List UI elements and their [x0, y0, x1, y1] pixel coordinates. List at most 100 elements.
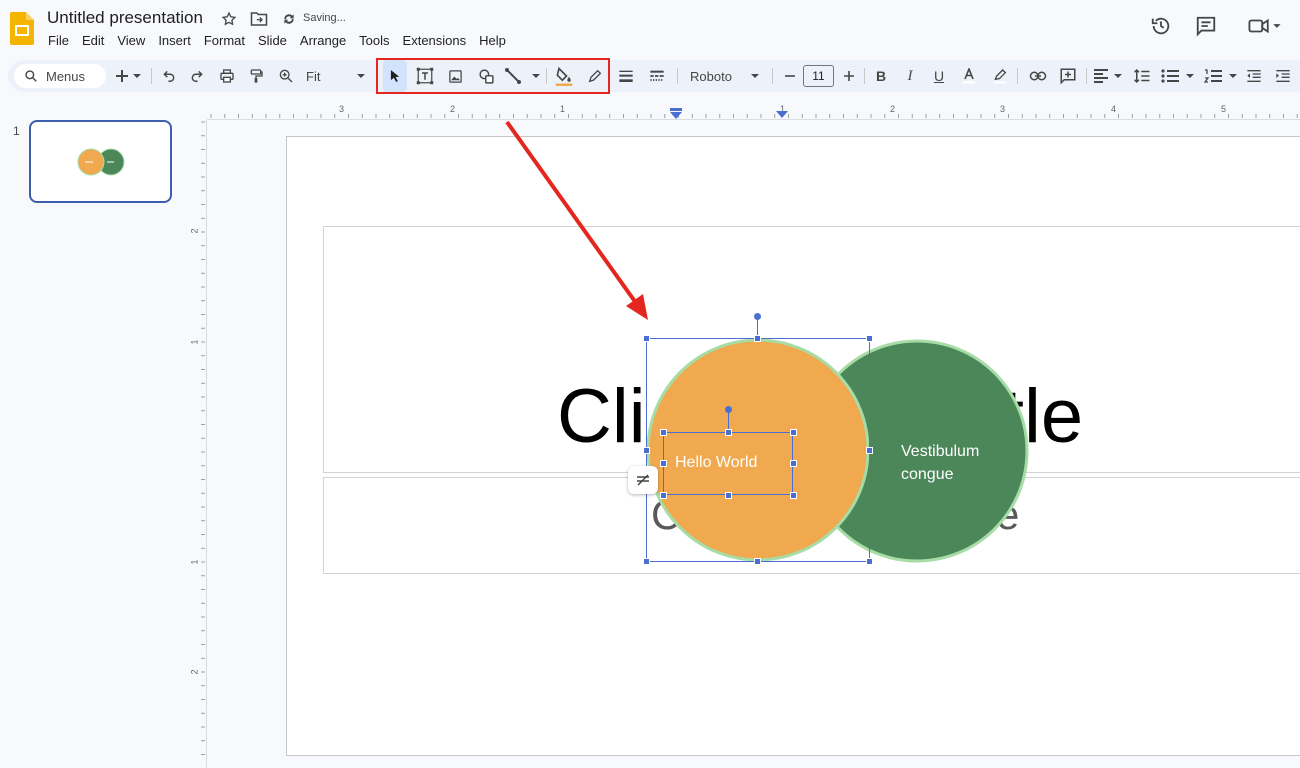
decrease-indent-icon[interactable]	[1243, 60, 1265, 92]
toolbar-divider	[1086, 68, 1087, 84]
redo-icon[interactable]	[186, 60, 208, 92]
italic-icon[interactable]: I	[899, 60, 921, 92]
search-icon	[25, 70, 37, 82]
search-menus-label: Menus	[46, 68, 86, 84]
menu-extensions[interactable]: Extensions	[403, 33, 467, 48]
underline-icon[interactable]: U	[928, 60, 950, 92]
numbered-list-icon[interactable]	[1203, 60, 1239, 92]
title-text-left: Cli	[557, 374, 646, 459]
bold-icon[interactable]: B	[870, 60, 892, 92]
chevron-down-icon	[751, 74, 759, 78]
ruler-label: 1	[189, 339, 200, 345]
menu-help[interactable]: Help	[479, 33, 506, 48]
slides-logo-icon[interactable]	[10, 12, 34, 45]
border-weight-icon[interactable]	[614, 60, 638, 92]
resize-handle[interactable]	[866, 447, 873, 454]
rotate-handle[interactable]	[754, 313, 761, 320]
search-menus[interactable]: Menus	[14, 64, 106, 88]
ruler-label: 5	[1221, 104, 1227, 114]
new-slide-button[interactable]	[111, 60, 145, 92]
ruler-label: 2	[189, 669, 200, 675]
menu-file[interactable]: File	[48, 33, 69, 48]
toolbar-divider	[677, 68, 678, 84]
paint-format-icon[interactable]	[244, 60, 268, 92]
resize-handle[interactable]	[643, 558, 650, 565]
text-resize-handle[interactable]	[725, 429, 732, 436]
decrease-font-size-icon[interactable]	[780, 60, 800, 92]
text-resize-handle[interactable]	[790, 429, 797, 436]
green-circle-text[interactable]: Vestibulum congue	[901, 440, 979, 486]
save-status: Saving...	[303, 12, 346, 24]
resize-handle[interactable]	[754, 558, 761, 565]
text-color-icon[interactable]	[958, 60, 980, 92]
green-circle-text-line1: Vestibulum	[901, 443, 980, 460]
font-select[interactable]: Roboto	[684, 60, 766, 92]
text-resize-handle[interactable]	[790, 492, 797, 499]
star-icon[interactable]	[219, 9, 239, 29]
undo-icon[interactable]	[158, 60, 180, 92]
highlight-color-icon[interactable]	[989, 60, 1011, 92]
no-text-fit-icon	[637, 474, 649, 486]
text-wrap-toggle-button[interactable]	[628, 466, 658, 494]
text-rotate-handle[interactable]	[725, 406, 732, 413]
title-bar: Untitled presentation Saving... File Edi…	[0, 0, 1300, 58]
zoom-select[interactable]: Fit	[302, 60, 372, 92]
resize-handle[interactable]	[643, 447, 650, 454]
indent-marker-icon[interactable]	[669, 108, 683, 120]
ruler-label: 4	[1111, 104, 1117, 114]
menu-slide[interactable]: Slide	[258, 33, 287, 48]
meet-camera-icon[interactable]	[1244, 14, 1286, 38]
border-dash-icon[interactable]	[645, 60, 669, 92]
slide-number: 1	[13, 124, 20, 138]
ruler-label: 3	[1000, 104, 1006, 114]
resize-handle[interactable]	[754, 335, 761, 342]
increase-font-size-icon[interactable]	[839, 60, 859, 92]
toolbar-divider	[1017, 68, 1018, 84]
resize-handle[interactable]	[866, 335, 873, 342]
line-spacing-icon[interactable]	[1130, 60, 1154, 92]
menu-edit[interactable]: Edit	[82, 33, 104, 48]
move-to-folder-icon[interactable]	[249, 9, 269, 29]
zoom-value: Fit	[306, 68, 321, 84]
document-title[interactable]: Untitled presentation	[47, 8, 203, 28]
font-size-input[interactable]: 11	[803, 65, 834, 87]
resize-handle[interactable]	[643, 335, 650, 342]
resize-handle[interactable]	[866, 558, 873, 565]
slide-thumbnail[interactable]	[29, 120, 172, 203]
menu-insert[interactable]: Insert	[158, 33, 191, 48]
highlighted-toolbar-group	[376, 58, 610, 94]
align-icon[interactable]	[1092, 60, 1124, 92]
add-comment-icon[interactable]	[1056, 60, 1080, 92]
ruler-label: 1	[189, 559, 200, 565]
text-resize-handle[interactable]	[660, 460, 667, 467]
comments-icon[interactable]	[1194, 14, 1218, 38]
menu-arrange[interactable]: Arrange	[300, 33, 346, 48]
bulleted-list-icon[interactable]	[1160, 60, 1196, 92]
green-circle-text-line2: congue	[901, 466, 954, 483]
ruler-label: 3	[339, 104, 345, 114]
menu-format[interactable]: Format	[204, 33, 245, 48]
increase-indent-icon[interactable]	[1272, 60, 1294, 92]
text-resize-handle[interactable]	[790, 460, 797, 467]
right-indent-marker-icon[interactable]	[776, 108, 788, 120]
zoom-icon[interactable]	[274, 60, 298, 92]
text-resize-handle[interactable]	[725, 492, 732, 499]
toolbar-divider	[864, 68, 865, 84]
horizontal-ruler[interactable]	[207, 103, 1300, 120]
text-resize-handle[interactable]	[660, 492, 667, 499]
menu-bar: File Edit View Insert Format Slide Arran…	[48, 33, 519, 48]
thumbnail-preview	[77, 148, 125, 176]
toolbar-divider	[772, 68, 773, 84]
font-name: Roboto	[690, 68, 732, 84]
print-icon[interactable]	[215, 60, 239, 92]
chevron-down-icon	[357, 74, 365, 78]
text-resize-handle[interactable]	[660, 429, 667, 436]
ruler-label: 2	[890, 104, 896, 114]
menu-view[interactable]: View	[117, 33, 145, 48]
insert-link-icon[interactable]	[1026, 60, 1050, 92]
cloud-sync-icon[interactable]	[279, 9, 299, 29]
horizontal-ruler-ticks	[210, 114, 1298, 118]
toolbar-divider	[151, 68, 152, 84]
menu-tools[interactable]: Tools	[359, 33, 389, 48]
version-history-icon[interactable]	[1149, 14, 1173, 38]
